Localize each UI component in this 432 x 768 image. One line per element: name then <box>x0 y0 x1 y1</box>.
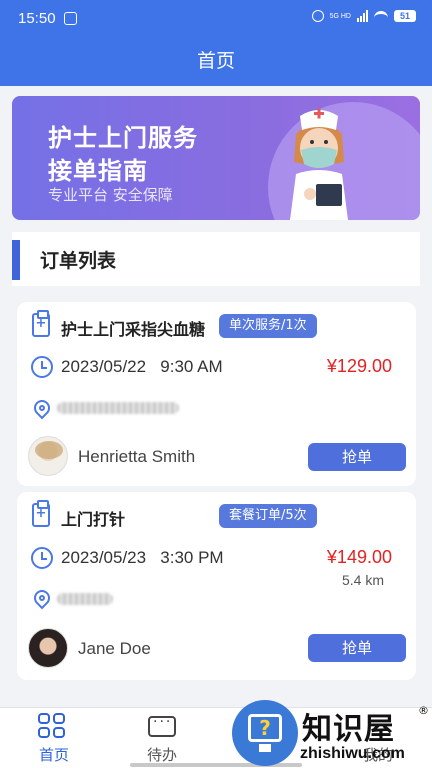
alarm-icon <box>311 10 324 22</box>
customer-name: Jane Doe <box>78 639 151 658</box>
watermark-url: zhishiwu.com <box>300 745 405 762</box>
app-header: 15:50 5G HD 51 首页 <box>0 0 432 86</box>
order-date: 2023/05/22 <box>61 357 147 376</box>
order-price: ¥129.00 <box>326 356 392 376</box>
nurse-illustration-icon <box>290 108 348 220</box>
watermark-registered-mark: ® <box>418 704 429 717</box>
banner-title-line-1: 护士上门服务 <box>48 124 198 152</box>
battery-icon: 51 <box>394 10 416 22</box>
clipboard-icon <box>32 500 50 527</box>
service-type-badge: 套餐订单/5次 <box>219 504 317 528</box>
watermark-help-icon: ? <box>232 700 298 766</box>
page-title: 首页 <box>196 50 235 72</box>
order-price: ¥149.00 <box>326 547 392 567</box>
clipboard-icon <box>32 310 50 337</box>
home-grid-icon <box>38 713 68 741</box>
order-date: 2023/05/23 <box>61 548 147 567</box>
clock-icon <box>31 547 53 569</box>
status-indicators: 5G HD 51 <box>311 10 416 22</box>
section-title: 订单列表 <box>40 250 117 272</box>
order-card[interactable]: 上门打针 套餐订单/5次 2023/05/23 3:30 PM ¥149.00 … <box>17 492 416 680</box>
banner-title-line-2: 接单指南 <box>48 157 148 185</box>
clock-icon <box>31 356 53 378</box>
section-accent-bar <box>12 240 20 280</box>
signal-icon <box>357 10 368 22</box>
address-redacted <box>57 402 179 414</box>
watermark-logo: 知识屋 <box>302 712 395 747</box>
order-distance: 5.4 km <box>341 572 384 588</box>
location-pin-icon <box>30 396 54 420</box>
chat-todo-icon <box>148 710 176 737</box>
customer-name: Henrietta Smith <box>78 447 196 466</box>
wifi-icon <box>374 11 388 21</box>
status-time: 15:50 <box>18 10 56 27</box>
order-time: 3:30 PM <box>160 548 224 567</box>
service-name: 护士上门采指尖血糖 <box>61 320 206 339</box>
customer-avatar <box>28 628 68 668</box>
notification-app-icon <box>64 12 77 25</box>
order-time: 9:30 AM <box>160 357 223 376</box>
grab-order-button[interactable]: 抢单 <box>308 634 406 662</box>
tab-home[interactable]: 首页 <box>0 708 108 768</box>
tab-label: 首页 <box>38 746 69 764</box>
tab-label: 待办 <box>146 746 177 764</box>
network-label: 5G HD <box>329 12 351 20</box>
customer-avatar <box>28 436 68 476</box>
banner-subtitle: 专业平台 安全保障 <box>48 186 173 204</box>
order-datetime: 2023/05/23 3:30 PM <box>61 548 224 568</box>
status-bar: 15:50 5G HD 51 <box>0 0 432 36</box>
order-list-section-header: 订单列表 <box>12 232 420 286</box>
service-name: 上门打针 <box>61 510 126 529</box>
promo-banner[interactable]: 护士上门服务 接单指南 专业平台 安全保障 <box>12 96 420 220</box>
order-card[interactable]: 护士上门采指尖血糖 单次服务/1次 2023/05/22 9:30 AM ¥12… <box>17 302 416 486</box>
grab-order-button[interactable]: 抢单 <box>308 443 406 471</box>
service-type-badge: 单次服务/1次 <box>219 314 317 338</box>
tab-todo[interactable]: 待办 <box>108 708 216 768</box>
address-redacted <box>57 593 113 605</box>
order-datetime: 2023/05/22 9:30 AM <box>61 357 223 377</box>
location-pin-icon <box>30 586 54 610</box>
